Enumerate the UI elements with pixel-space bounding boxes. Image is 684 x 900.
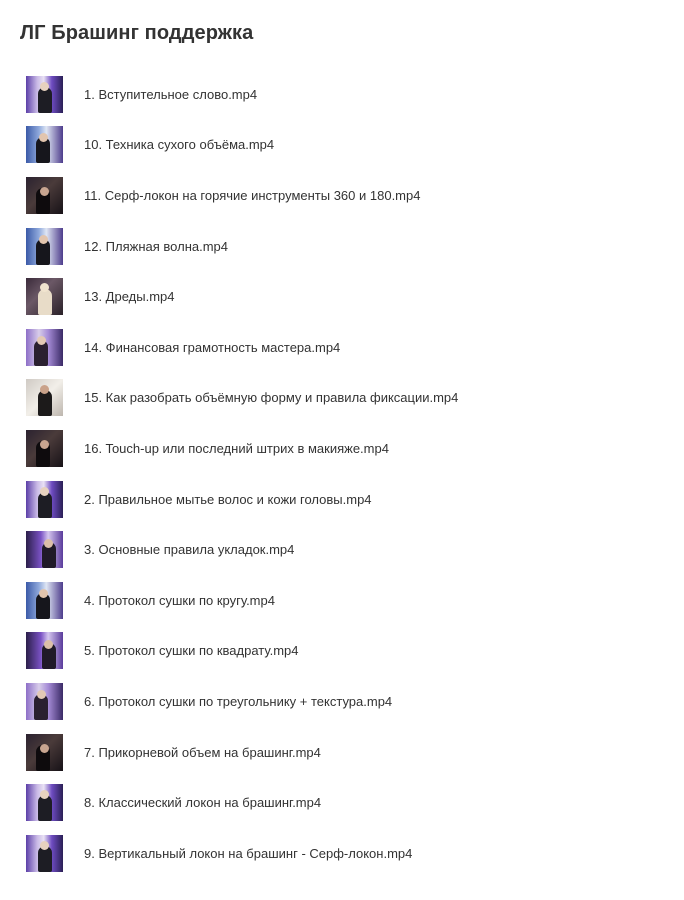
file-name-link[interactable]: 10. Техника сухого объёма.mp4 xyxy=(84,137,274,152)
file-list-item[interactable]: 5. Протокол сушки по квадрату.mp4 xyxy=(0,626,684,677)
file-list-item[interactable]: 11. Серф-локон на горячие инструменты 36… xyxy=(0,170,684,221)
file-name-link[interactable]: 14. Финансовая грамотность мастера.mp4 xyxy=(84,340,340,355)
file-name-link[interactable]: 1. Вступительное слово.mp4 xyxy=(84,87,257,102)
file-name-link[interactable]: 6. Протокол сушки по треугольнику + текс… xyxy=(84,694,392,709)
video-thumbnail[interactable] xyxy=(26,176,63,214)
file-name-link[interactable]: 8. Классический локон на брашинг.mp4 xyxy=(84,795,321,810)
file-name-link[interactable]: 16. Touch-up или последний штрих в макия… xyxy=(84,441,389,456)
file-name-link[interactable]: 12. Пляжная волна.mp4 xyxy=(84,239,228,254)
video-thumbnail[interactable] xyxy=(26,429,63,467)
file-name-link[interactable]: 4. Протокол сушки по кругу.mp4 xyxy=(84,593,275,608)
file-list-item[interactable]: 2. Правильное мытье волос и кожи головы.… xyxy=(0,474,684,525)
file-name-link[interactable]: 11. Серф-локон на горячие инструменты 36… xyxy=(84,188,420,203)
file-list-item[interactable]: 15. Как разобрать объёмную форму и прави… xyxy=(0,373,684,424)
video-thumbnail[interactable] xyxy=(26,379,63,417)
file-list-item[interactable]: 6. Протокол сушки по треугольнику + текс… xyxy=(0,676,684,727)
video-thumbnail[interactable] xyxy=(26,682,63,720)
file-name-link[interactable]: 2. Правильное мытье волос и кожи головы.… xyxy=(84,492,372,507)
file-list-item[interactable]: 7. Прикорневой объем на брашинг.mp4 xyxy=(0,727,684,778)
file-list-item[interactable]: 8. Классический локон на брашинг.mp4 xyxy=(0,777,684,828)
file-list-item[interactable]: 14. Финансовая грамотность мастера.mp4 xyxy=(0,322,684,373)
video-thumbnail[interactable] xyxy=(26,126,63,164)
file-list-item[interactable]: 3. Основные правила укладок.mp4 xyxy=(0,524,684,575)
video-thumbnail[interactable] xyxy=(26,531,63,569)
video-thumbnail[interactable] xyxy=(26,733,63,771)
video-thumbnail[interactable] xyxy=(26,75,63,113)
file-list-item[interactable]: 16. Touch-up или последний штрих в макия… xyxy=(0,423,684,474)
folder-title: ЛГ Брашинг поддержка xyxy=(20,22,254,44)
file-name-link[interactable]: 13. Дреды.mp4 xyxy=(84,289,175,304)
video-thumbnail[interactable] xyxy=(26,328,63,366)
video-thumbnail[interactable] xyxy=(26,227,63,265)
video-thumbnail[interactable] xyxy=(26,834,63,872)
video-thumbnail[interactable] xyxy=(26,784,63,822)
video-thumbnail[interactable] xyxy=(26,581,63,619)
file-list-item[interactable]: 4. Протокол сушки по кругу.mp4 xyxy=(0,575,684,626)
file-name-link[interactable]: 3. Основные правила укладок.mp4 xyxy=(84,542,294,557)
file-list: 1. Вступительное слово.mp4 10. Техника су… xyxy=(0,69,684,879)
file-name-link[interactable]: 7. Прикорневой объем на брашинг.mp4 xyxy=(84,745,321,760)
file-list-item[interactable]: 12. Пляжная волна.mp4 xyxy=(0,221,684,272)
video-thumbnail[interactable] xyxy=(26,632,63,670)
file-list-item[interactable]: 13. Дреды.mp4 xyxy=(0,271,684,322)
video-thumbnail[interactable] xyxy=(26,480,63,518)
video-thumbnail[interactable] xyxy=(26,278,63,316)
file-name-link[interactable]: 5. Протокол сушки по квадрату.mp4 xyxy=(84,643,299,658)
file-list-item[interactable]: 1. Вступительное слово.mp4 xyxy=(0,69,684,120)
file-name-link[interactable]: 9. Вертикальный локон на брашинг - Серф-… xyxy=(84,846,412,861)
file-name-link[interactable]: 15. Как разобрать объёмную форму и прави… xyxy=(84,390,458,405)
file-list-item[interactable]: 10. Техника сухого объёма.mp4 xyxy=(0,120,684,171)
file-list-item[interactable]: 9. Вертикальный локон на брашинг - Серф-… xyxy=(0,828,684,879)
